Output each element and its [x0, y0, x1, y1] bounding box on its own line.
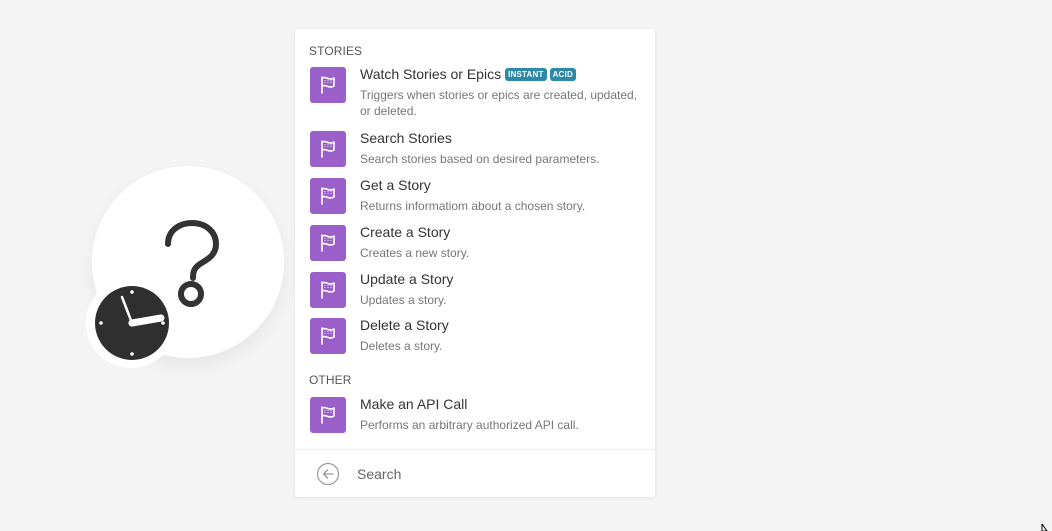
section-header-stories: STORIES	[309, 44, 363, 58]
module-item-title: Create a Story	[360, 224, 451, 240]
module-item-title: Search Stories	[360, 130, 452, 146]
mouse-cursor-icon	[1041, 524, 1048, 531]
flag-icon	[310, 178, 346, 214]
module-list-panel: STORIES Watch Stories or Epics INSTANT A…	[295, 29, 655, 497]
module-item-title: Update a Story	[360, 271, 454, 287]
module-item-title: Make an API Call	[360, 396, 468, 412]
module-item-description: Performs an arbitrary authorized API cal…	[360, 418, 579, 432]
module-item-description: Triggers when stories or epics are creat…	[360, 88, 638, 118]
flag-icon	[310, 225, 346, 261]
instant-badge: INSTANT	[505, 67, 547, 81]
back-arrow-icon[interactable]	[316, 462, 340, 486]
flag-icon	[310, 67, 346, 103]
module-item-description: Search stories based on desired paramete…	[360, 152, 600, 166]
module-item-title: Get a Story	[360, 177, 431, 193]
search-bar	[295, 450, 655, 497]
search-input[interactable]	[357, 463, 637, 485]
module-item-description: Returns informatiom about a chosen story…	[360, 199, 586, 213]
module-item-description: Updates a story.	[360, 293, 447, 307]
section-header-other: OTHER	[309, 373, 352, 387]
scenario-canvas: STORIES Watch Stories or Epics INSTANT A…	[0, 0, 1052, 531]
module-item-description: Deletes a story.	[360, 339, 443, 353]
flag-icon	[310, 318, 346, 354]
module-item-description: Creates a new story.	[360, 246, 470, 260]
module-item-title: Delete a Story	[360, 317, 449, 333]
acid-badge: ACID	[549, 67, 576, 81]
module-item-title: Watch Stories or Epics INSTANT ACID	[360, 66, 576, 82]
flag-icon	[310, 397, 346, 433]
flag-icon	[310, 131, 346, 167]
flag-icon	[310, 272, 346, 308]
clock-icon	[95, 286, 169, 360]
